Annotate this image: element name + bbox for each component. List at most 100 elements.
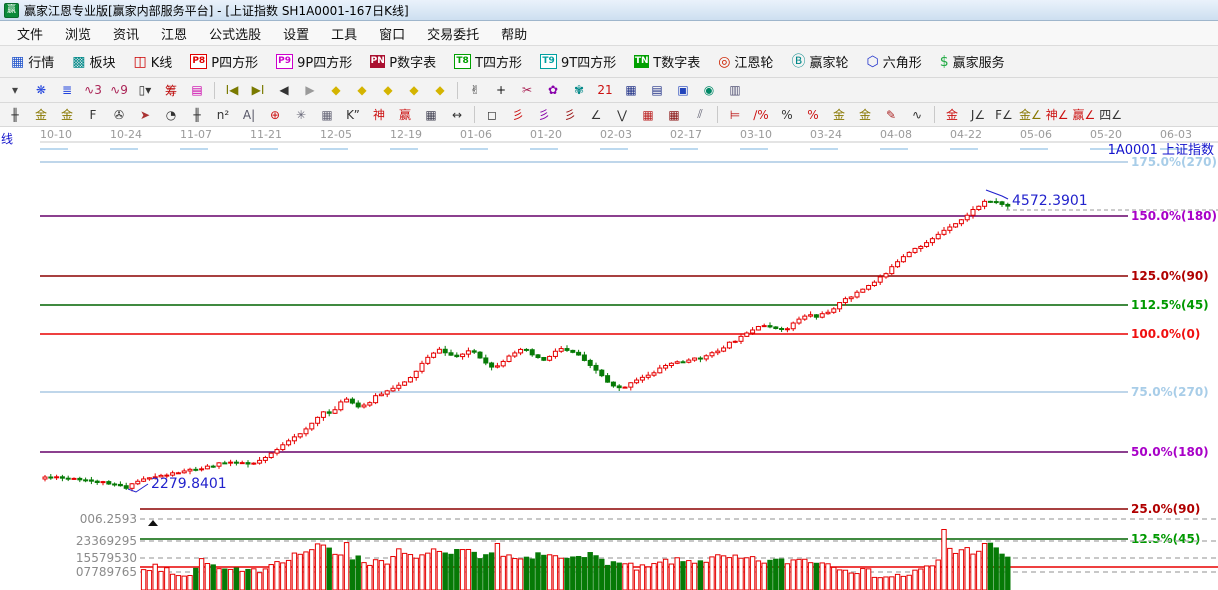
shen-tool-button[interactable]: 神 (367, 105, 391, 124)
p-number-table-button[interactable]: PNP数字表 (361, 50, 445, 73)
kline-chart-canvas[interactable]: 10-1010-2411-0711-2112-0512-1901-0601-20… (0, 127, 1218, 590)
svg-text:02-03: 02-03 (600, 128, 632, 141)
gold-hline-button[interactable]: 金 (853, 105, 877, 124)
mini-chart-3-button[interactable]: ∿3 (81, 81, 105, 100)
diamond-shrink-button[interactable]: ◆ (402, 81, 426, 100)
volume-profile-button[interactable]: ▤ (185, 81, 209, 100)
gold-underline-button[interactable]: 金 (940, 105, 964, 124)
gold-ruler-a-button[interactable]: 金 (29, 105, 53, 124)
percent-tool-button[interactable]: % (775, 105, 799, 124)
f-ruler-button[interactable]: F (81, 105, 105, 124)
print-button[interactable]: ▥ (723, 81, 747, 100)
candle-pen-button[interactable]: ✎ (879, 105, 903, 124)
dial-gauge-button[interactable]: ◔ (159, 105, 183, 124)
menu-settings[interactable]: 设置 (272, 22, 320, 45)
tick-ruler-button[interactable]: ╫ (185, 105, 209, 124)
v-lines-button[interactable]: ⋁ (610, 105, 634, 124)
volume-scale-label: 006.2593 (80, 512, 137, 526)
menu-trade[interactable]: 交易委托 (416, 22, 490, 45)
winner-wheel-button[interactable]: Ⓑ赢家轮 (782, 50, 857, 73)
candle-style-button[interactable]: ▯▾ (133, 81, 157, 100)
web-stats-button[interactable]: ◉ (697, 81, 721, 100)
menu-news[interactable]: 资讯 (102, 22, 150, 45)
diamond-scroll-right-button[interactable]: ◆ (350, 81, 374, 100)
gold-circle-button[interactable]: 金 (827, 105, 851, 124)
svg-text:04-08: 04-08 (880, 128, 912, 141)
menu-help[interactable]: 帮助 (490, 22, 538, 45)
wave-line-button[interactable]: ∿ (905, 105, 929, 124)
diamond-expand-button[interactable]: ◆ (376, 81, 400, 100)
k-quote-button[interactable]: K” (341, 105, 365, 124)
menu-gann[interactable]: 江恩 (150, 22, 198, 45)
pan-hand-button[interactable]: ✌ (463, 81, 487, 100)
9t-square-button[interactable]: T99T四方形 (531, 50, 625, 73)
fan-box-red-button[interactable]: 彡 (558, 105, 582, 124)
f-angle-button[interactable]: F∠ (992, 105, 1016, 124)
first-page-button[interactable]: I◀ (220, 81, 244, 100)
ai-net-button[interactable]: ✾ (567, 81, 591, 100)
si-angle-button[interactable]: 四∠ (1098, 105, 1123, 124)
ying-tool-button[interactable]: 赢 (393, 105, 417, 124)
percent-line-button[interactable]: % (801, 105, 825, 124)
shen-angle-button[interactable]: 神∠ (1045, 105, 1070, 124)
angle-lines-button[interactable]: ∠ (584, 105, 608, 124)
time-ruler-button[interactable]: ╫ (3, 105, 27, 124)
parallel-lines-button[interactable]: ⫽ (688, 105, 712, 124)
quotes-button[interactable]: ▦行情 (2, 50, 63, 73)
menu-formula-stock-pick[interactable]: 公式选股 (198, 22, 272, 45)
menu-window[interactable]: 窗口 (368, 22, 416, 45)
grid-web-button[interactable]: ▦ (315, 105, 339, 124)
j-angle-button[interactable]: J∠ (966, 105, 990, 124)
gold-ruler-b-button[interactable]: 金 (55, 105, 79, 124)
span-arrows-button[interactable]: ↔ (445, 105, 469, 124)
chip-distribution-button[interactable]: 筹 (159, 81, 183, 100)
menu-browse[interactable]: 浏览 (54, 22, 102, 45)
style-dropdown-button[interactable]: ▾ (3, 81, 27, 100)
grid-red-button[interactable]: ▦ (636, 105, 660, 124)
star-web-button[interactable]: ✳ (289, 105, 313, 124)
fan-box-purple-button[interactable]: 彡 (532, 105, 556, 124)
last-page-button[interactable]: ▶I (246, 81, 270, 100)
diamond-scroll-left-button[interactable]: ◆ (324, 81, 348, 100)
angle-measure-button[interactable]: ✂ (515, 81, 539, 100)
sectors-button[interactable]: ▩板块 (63, 50, 124, 73)
calculator-button[interactable]: ▦ (619, 81, 643, 100)
gold-angle-button[interactable]: 金∠ (1018, 105, 1043, 124)
menu-file[interactable]: 文件 (6, 22, 54, 45)
9t-square-label: 9T四方形 (561, 52, 616, 71)
festival-tool-button[interactable]: ✿ (541, 81, 565, 100)
t-number-table-button[interactable]: TNT数字表 (625, 50, 709, 73)
diamond-fit-button[interactable]: ◆ (428, 81, 452, 100)
menu-tools[interactable]: 工具 (320, 22, 368, 45)
p-square-button[interactable]: P8P四方形 (181, 50, 267, 73)
ying-angle-button[interactable]: 赢∠ (1072, 105, 1097, 124)
mini-chart-9-button[interactable]: ∿9 (107, 81, 131, 100)
winner-service-button[interactable]: $赢家服务 (931, 50, 1014, 73)
t-square-button[interactable]: T8T四方形 (445, 50, 531, 73)
clipboard-report-button[interactable]: ≣ (55, 81, 79, 100)
hexagon-button[interactable]: ⬡六角形 (857, 50, 930, 73)
n-squared-button[interactable]: n² (211, 105, 235, 124)
calendar-21-button[interactable]: 21 (593, 81, 617, 100)
kline-chart-pane[interactable]: 线 10-1010-2411-0711-2112-0512-1901-0601-… (0, 127, 1218, 590)
gann-wheel-button[interactable]: ◎江恩轮 (709, 50, 782, 73)
kline-button[interactable]: ◫K线 (125, 50, 182, 73)
fan-red-button[interactable]: 彡 (506, 105, 530, 124)
prev-page-button[interactable]: ◀ (272, 81, 296, 100)
pattern-search-button[interactable]: ❋ (29, 81, 53, 100)
box-measure-button[interactable]: ◻ (480, 105, 504, 124)
rocket-button[interactable]: ➤ (133, 105, 157, 124)
slope-percent-button[interactable]: ∕% (749, 105, 773, 124)
price-scale-tool-button[interactable]: ⊨ (723, 105, 747, 124)
save-button[interactable]: ▣ (671, 81, 695, 100)
crosshair-button[interactable]: + (489, 81, 513, 100)
grid-123-button[interactable]: ▦ (419, 105, 443, 124)
next-page-button[interactable]: ▶ (298, 81, 322, 100)
notes-button[interactable]: ▤ (645, 81, 669, 100)
sectors-label: 板块 (89, 52, 115, 71)
red-target-button[interactable]: ⊕ (263, 105, 287, 124)
9p-square-button[interactable]: P99P四方形 (267, 50, 361, 73)
grid-arrow-button[interactable]: ▦ (662, 105, 686, 124)
spiral-button[interactable]: ✇ (107, 105, 131, 124)
mirror-line-button[interactable]: A| (237, 105, 261, 124)
